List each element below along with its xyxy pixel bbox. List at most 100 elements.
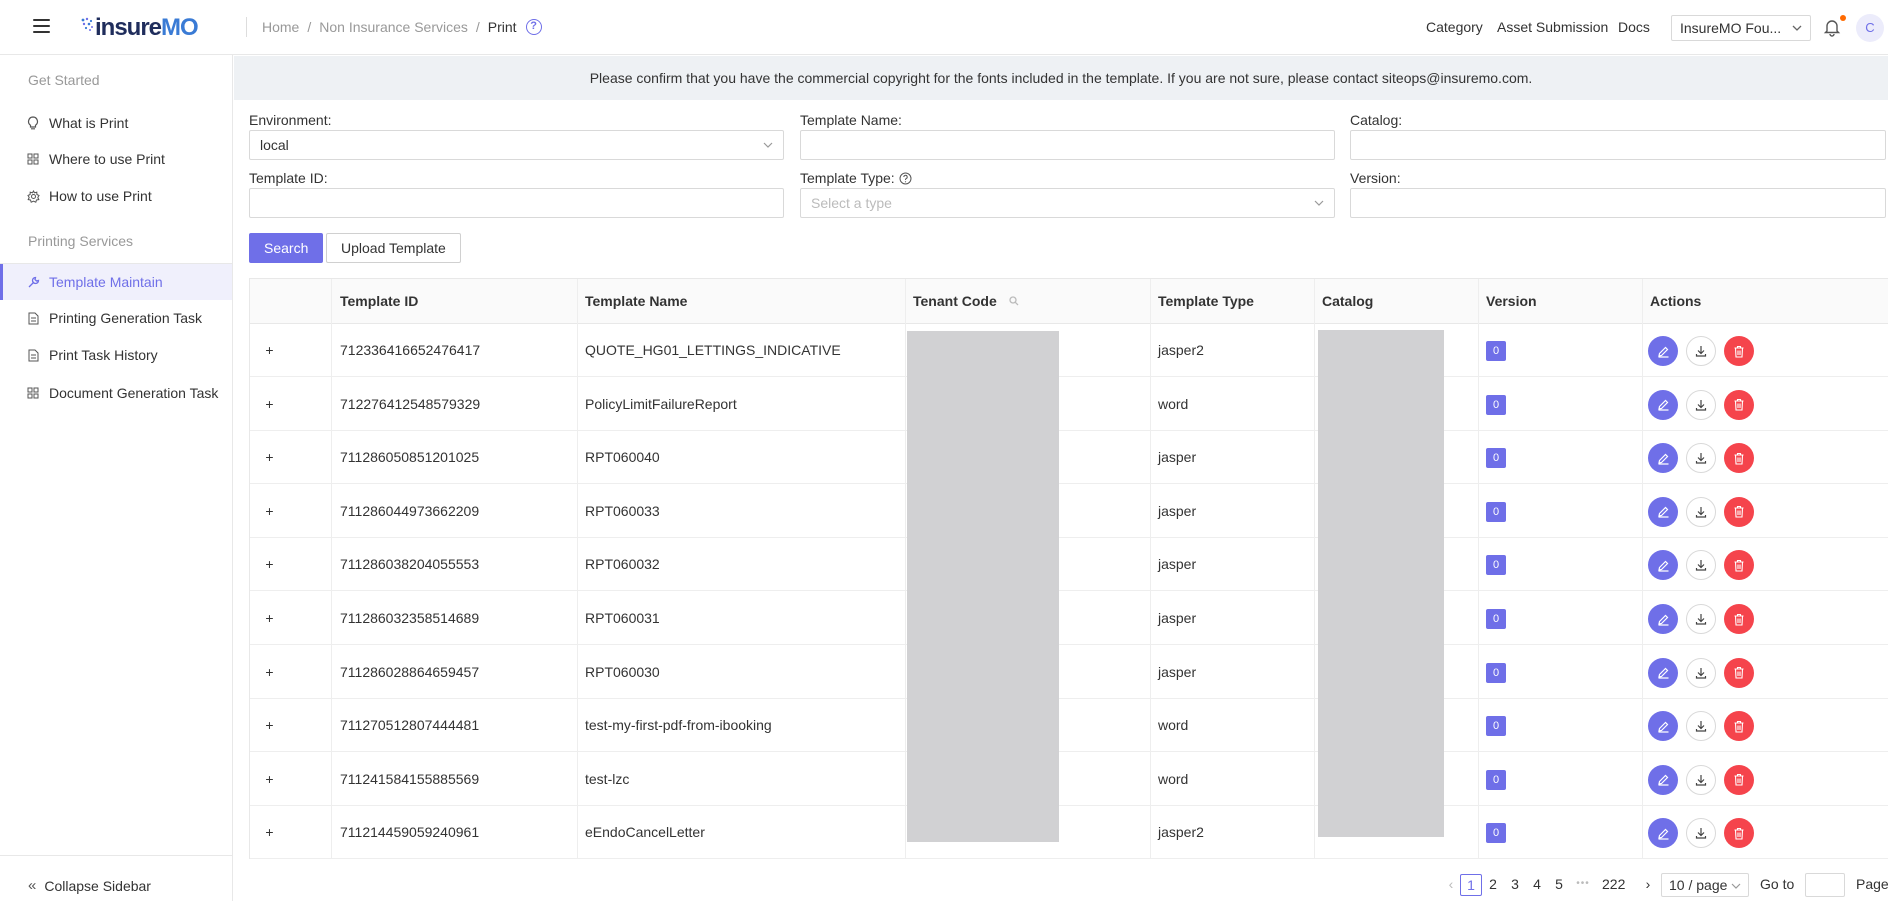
delete-button[interactable] bbox=[1724, 818, 1754, 849]
breadcrumb-non-insurance[interactable]: Non Insurance Services bbox=[319, 19, 468, 35]
menu-icon[interactable] bbox=[33, 19, 50, 33]
page-last[interactable]: 222 bbox=[1602, 874, 1625, 896]
page-2[interactable]: 2 bbox=[1482, 874, 1504, 896]
download-button[interactable] bbox=[1686, 550, 1716, 581]
version-input[interactable] bbox=[1350, 188, 1886, 218]
edit-button[interactable] bbox=[1648, 604, 1678, 634]
template-id-input[interactable] bbox=[249, 188, 784, 218]
goto-page-input[interactable] bbox=[1805, 873, 1845, 897]
font-copyright-banner: Please confirm that you have the commerc… bbox=[234, 56, 1888, 100]
next-page-icon[interactable]: › bbox=[1637, 874, 1659, 896]
expand-row-icon[interactable]: + bbox=[262, 718, 277, 733]
download-button[interactable] bbox=[1686, 764, 1716, 795]
search-button[interactable]: Search bbox=[249, 233, 324, 263]
template-type-select[interactable]: Select a type bbox=[800, 188, 1335, 218]
edit-button[interactable] bbox=[1648, 389, 1678, 420]
cell-template-name: RPT060030 bbox=[585, 663, 660, 680]
download-button[interactable] bbox=[1686, 496, 1716, 527]
download-button[interactable] bbox=[1686, 389, 1716, 420]
page-ellipsis[interactable]: ••• bbox=[1572, 874, 1594, 896]
page-1[interactable]: 1 bbox=[1460, 874, 1482, 896]
delete-button[interactable] bbox=[1724, 604, 1754, 634]
nav-category[interactable]: Category bbox=[1426, 19, 1483, 35]
sidebar-item-print-task-history[interactable]: Print Task History bbox=[0, 337, 232, 373]
download-button[interactable] bbox=[1686, 336, 1716, 366]
expand-row-icon[interactable]: + bbox=[262, 503, 277, 519]
page-5[interactable]: 5 bbox=[1548, 874, 1570, 896]
expand-row-icon[interactable]: + bbox=[262, 611, 277, 626]
table-row: + 711286032358514689 RPT060031 jasper 0 bbox=[250, 592, 1888, 645]
cell-template-name: RPT060040 bbox=[585, 449, 660, 466]
page-4[interactable]: 4 bbox=[1526, 874, 1548, 896]
expand-row-icon[interactable]: + bbox=[262, 557, 277, 572]
sidebar-item-document-generation-task[interactable]: Document Generation Task bbox=[0, 375, 232, 411]
delete-button[interactable] bbox=[1724, 389, 1754, 420]
pencil-icon bbox=[1657, 506, 1668, 518]
tenant-select[interactable]: InsureMO Fou... bbox=[1671, 15, 1811, 41]
delete-button[interactable] bbox=[1724, 764, 1754, 795]
collapse-sidebar-button[interactable]: « Collapse Sidebar bbox=[28, 877, 151, 894]
delete-button[interactable] bbox=[1724, 496, 1754, 527]
col-tenant-code-label: Tenant Code bbox=[913, 293, 997, 309]
bell-icon[interactable] bbox=[1822, 17, 1842, 37]
edit-button[interactable] bbox=[1648, 711, 1678, 742]
question-icon[interactable] bbox=[899, 172, 912, 185]
sidebar-item-what-is-print[interactable]: What is Print bbox=[0, 105, 232, 141]
version-badge: 0 bbox=[1486, 769, 1506, 790]
edit-button[interactable] bbox=[1648, 550, 1678, 581]
download-button[interactable] bbox=[1686, 604, 1716, 634]
page-3[interactable]: 3 bbox=[1504, 874, 1526, 896]
table-row: + 711286028864659457 RPT060030 jasper 0 bbox=[250, 646, 1888, 699]
expand-row-icon[interactable]: + bbox=[262, 825, 277, 840]
template-name-input[interactable] bbox=[800, 130, 1335, 160]
breadcrumb-home[interactable]: Home bbox=[262, 19, 299, 35]
expand-row-icon[interactable]: + bbox=[262, 343, 277, 358]
cell-template-name: test-lzc bbox=[585, 770, 630, 787]
environment-select-value: local bbox=[260, 137, 289, 153]
sidebar-item-template-maintain[interactable]: Template Maintain bbox=[0, 264, 232, 300]
delete-button[interactable] bbox=[1724, 336, 1754, 366]
cell-template-type: word bbox=[1158, 770, 1189, 787]
delete-button[interactable] bbox=[1724, 443, 1754, 474]
search-icon[interactable] bbox=[1008, 296, 1019, 306]
nav-asset-submission[interactable]: Asset Submission bbox=[1497, 19, 1608, 35]
edit-button[interactable] bbox=[1648, 764, 1678, 795]
download-button[interactable] bbox=[1686, 818, 1716, 849]
edit-button[interactable] bbox=[1648, 818, 1678, 849]
avatar[interactable]: C bbox=[1856, 14, 1884, 42]
insuremo-logo[interactable]: insureMO bbox=[80, 13, 199, 43]
cell-template-type: jasper bbox=[1158, 663, 1197, 680]
sidebar-item-how-to-use[interactable]: How to use Print bbox=[0, 178, 232, 214]
download-button[interactable] bbox=[1686, 711, 1716, 742]
edit-button[interactable] bbox=[1648, 496, 1678, 527]
table-row: + 712336416652476417 QUOTE_HG01_LETTINGS… bbox=[250, 324, 1888, 377]
download-button[interactable] bbox=[1686, 443, 1716, 474]
sidebar-item-printing-generation-task[interactable]: Printing Generation Task bbox=[0, 300, 232, 336]
expand-row-icon[interactable]: + bbox=[262, 396, 277, 412]
help-icon[interactable]: ? bbox=[525, 19, 542, 35]
grid-icon bbox=[26, 152, 40, 166]
sidebar-item-where-to-use[interactable]: Where to use Print bbox=[0, 141, 232, 177]
nav-docs[interactable]: Docs bbox=[1618, 19, 1650, 35]
expand-row-icon[interactable]: + bbox=[262, 450, 277, 465]
delete-button[interactable] bbox=[1724, 711, 1754, 742]
prev-page-icon[interactable]: ‹ bbox=[1440, 874, 1462, 896]
edit-button[interactable] bbox=[1648, 657, 1678, 688]
expand-row-icon[interactable]: + bbox=[262, 771, 277, 787]
sidebar-group-get-started: Get Started bbox=[28, 72, 100, 88]
page-size-select[interactable]: 10 / page bbox=[1661, 873, 1749, 897]
catalog-input[interactable] bbox=[1350, 130, 1886, 160]
cell-template-type: jasper bbox=[1158, 610, 1197, 626]
delete-button[interactable] bbox=[1724, 550, 1754, 581]
document-icon bbox=[26, 311, 40, 325]
environment-select[interactable]: local bbox=[249, 130, 784, 160]
expand-row-icon[interactable]: + bbox=[262, 664, 277, 680]
cell-template-id: 711241584155885569 bbox=[340, 770, 480, 787]
delete-button[interactable] bbox=[1724, 657, 1754, 688]
sidebar: Get Started What is Print Where to use P… bbox=[0, 55, 233, 901]
table-row: + 711286050851201025 RPT060040 jasper 0 bbox=[250, 431, 1888, 485]
edit-button[interactable] bbox=[1648, 443, 1678, 474]
upload-template-button[interactable]: Upload Template bbox=[326, 233, 461, 263]
edit-button[interactable] bbox=[1648, 336, 1678, 366]
download-button[interactable] bbox=[1686, 657, 1716, 688]
